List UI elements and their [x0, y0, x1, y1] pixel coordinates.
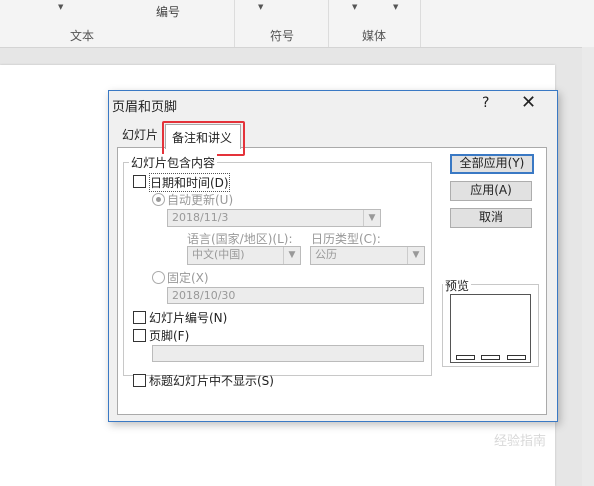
dropdown-caret-icon[interactable]: ▼ — [352, 3, 357, 11]
ribbon-divider — [420, 0, 421, 47]
preview-placeholder — [456, 355, 475, 360]
ribbon-divider — [234, 0, 235, 47]
cancel-button[interactable]: 取消 — [450, 208, 532, 228]
ribbon-group-media: 媒体 — [362, 29, 387, 43]
calendar-label: 日历类型(C): — [311, 232, 381, 246]
highlight-box — [162, 121, 245, 156]
chevron-down-icon: ▼ — [407, 247, 424, 264]
date-time-checkbox[interactable] — [133, 175, 146, 188]
ribbon-divider — [328, 0, 329, 47]
slide-number-label[interactable]: 幻灯片编号(N) — [149, 309, 227, 326]
auto-date-select[interactable]: 2018/11/3 ▼ — [167, 209, 381, 227]
apply-all-button[interactable]: 全部应用(Y) — [450, 154, 534, 174]
auto-update-radio[interactable] — [152, 193, 165, 206]
fixed-date-field[interactable]: 2018/10/30 — [167, 287, 424, 304]
chevron-down-icon: ▼ — [283, 247, 300, 264]
no-title-checkbox[interactable] — [133, 374, 146, 387]
preview-label: 预览 — [443, 277, 472, 294]
vertical-scrollbar[interactable] — [582, 47, 594, 486]
fixed-date-value: 2018/10/30 — [172, 289, 236, 302]
language-value: 中文(中国) — [192, 248, 245, 261]
footer-label[interactable]: 页脚(F) — [149, 327, 189, 344]
slide-number-checkbox[interactable] — [133, 311, 146, 324]
calendar-select[interactable]: 公历 ▼ — [310, 246, 425, 265]
footer-checkbox[interactable] — [133, 329, 146, 342]
ribbon-group-text: 文本 — [70, 29, 95, 43]
language-label: 语言(国家/地区)(L): — [187, 232, 293, 246]
watermark-logo: 经验指南 — [494, 434, 547, 449]
header-footer-dialog: 页眉和页脚 ? ✕ 幻灯片 备注和讲义 幻灯片包含内容 日期和时间(D) 自动更… — [108, 90, 558, 422]
footer-field[interactable] — [152, 345, 424, 362]
language-select[interactable]: 中文(中国) ▼ — [187, 246, 301, 265]
auto-date-value: 2018/11/3 — [172, 211, 229, 224]
apply-button[interactable]: 应用(A) — [450, 181, 532, 201]
close-icon[interactable]: ✕ — [521, 92, 536, 113]
ribbon-numbering[interactable]: 编号 — [156, 3, 180, 20]
ribbon: ▼ 编号 ▼ ▼ ▼ 文本 符号 媒体 — [0, 0, 594, 48]
dialog-title: 页眉和页脚 — [112, 100, 178, 115]
fixed-label: 固定(X) — [167, 271, 209, 285]
dropdown-caret-icon[interactable]: ▼ — [393, 3, 398, 11]
no-title-label[interactable]: 标题幻灯片中不显示(S) — [149, 372, 274, 389]
preview-placeholder — [507, 355, 526, 360]
ribbon-group-symbols: 符号 — [270, 29, 295, 43]
group-label: 幻灯片包含内容 — [129, 154, 218, 171]
dropdown-caret-icon[interactable]: ▼ — [258, 3, 263, 11]
auto-update-label: 自动更新(U) — [167, 193, 234, 207]
preview-box — [450, 294, 531, 363]
chevron-down-icon: ▼ — [363, 210, 380, 226]
help-icon[interactable]: ? — [482, 95, 489, 111]
calendar-value: 公历 — [315, 248, 337, 261]
dropdown-caret-icon[interactable]: ▼ — [58, 3, 63, 11]
date-time-label[interactable]: 日期和时间(D) — [149, 173, 230, 192]
preview-placeholder — [481, 355, 500, 360]
fixed-radio[interactable] — [152, 271, 165, 284]
